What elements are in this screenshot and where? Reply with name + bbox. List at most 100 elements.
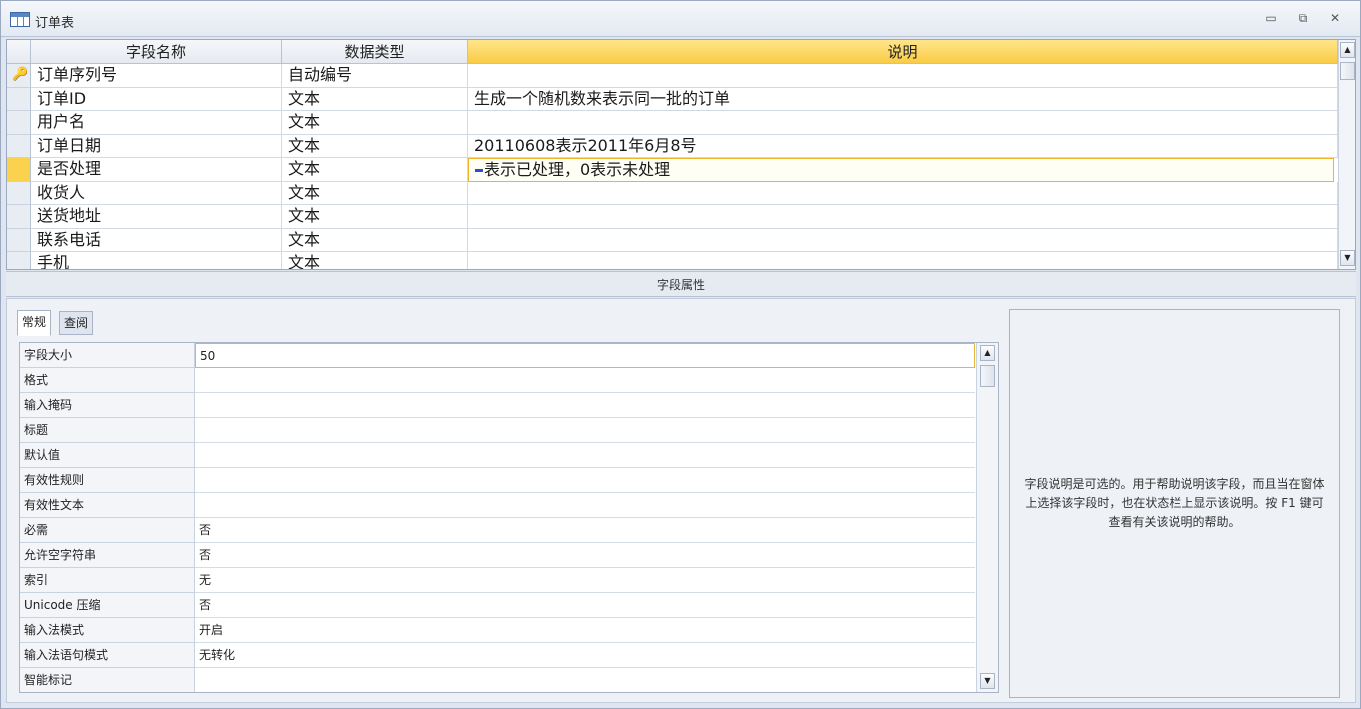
field-name-cell[interactable]: 联系电话 xyxy=(31,228,282,252)
description-cell[interactable] xyxy=(468,205,1338,229)
field-name-cell[interactable]: 手机 xyxy=(31,252,282,269)
row-selector[interactable] xyxy=(7,205,31,229)
property-row[interactable]: 允许空字符串 否 xyxy=(20,543,975,568)
row-selector[interactable] xyxy=(7,134,31,158)
property-value[interactable] xyxy=(195,668,975,692)
row-selector[interactable] xyxy=(7,252,31,269)
description-cell[interactable] xyxy=(468,111,1338,135)
property-row[interactable]: 输入法模式 开启 xyxy=(20,618,975,643)
property-row[interactable]: 有效性规则 xyxy=(20,468,975,493)
property-row[interactable]: 标题 xyxy=(20,418,975,443)
property-value[interactable] xyxy=(195,418,975,443)
scroll-up-icon[interactable]: ▲ xyxy=(1340,42,1355,58)
restore-icon[interactable]: ⧉ xyxy=(1295,11,1311,25)
grid-header: 字段名称 数据类型 说明 xyxy=(7,40,1338,64)
header-field-name[interactable]: 字段名称 xyxy=(31,40,282,64)
table-row[interactable]: 订单ID 文本 生成一个随机数来表示同一批的订单 xyxy=(7,87,1338,111)
table-row[interactable]: 订单日期 文本 20110608表示2011年6月8号 xyxy=(7,134,1338,158)
data-type-cell[interactable]: 文本 xyxy=(282,181,468,205)
row-selector[interactable] xyxy=(7,111,31,135)
table-row[interactable]: 送货地址 文本 xyxy=(7,205,1338,229)
scroll-thumb[interactable] xyxy=(980,365,995,387)
property-value[interactable]: 无 xyxy=(195,568,975,593)
description-cell[interactable]: 20110608表示2011年6月8号 xyxy=(468,134,1338,158)
table-row[interactable]: 手机 文本 xyxy=(7,252,1338,269)
property-row[interactable]: 输入法语句模式 无转化 xyxy=(20,643,975,668)
data-type-cell[interactable]: 文本 xyxy=(282,252,468,269)
scroll-down-icon[interactable]: ▼ xyxy=(980,673,995,689)
field-name-cell[interactable]: 送货地址 xyxy=(31,205,282,229)
property-label: 输入法模式 xyxy=(20,618,195,643)
tab-lookup[interactable]: 查阅 xyxy=(59,311,94,335)
property-value[interactable] xyxy=(195,468,975,493)
row-selector[interactable] xyxy=(7,228,31,252)
data-type-cell[interactable]: 文本 xyxy=(282,228,468,252)
field-grid: 字段名称 数据类型 说明 🔑 订单序列号 自动编号 订单ID 文本 生成一个随机… xyxy=(6,39,1356,270)
property-value[interactable]: 否 xyxy=(195,543,975,568)
property-value[interactable]: 否 xyxy=(195,593,975,618)
field-name-cell[interactable]: 收货人 xyxy=(31,181,282,205)
description-cell[interactable] xyxy=(468,64,1338,88)
table-row-current[interactable]: 是否处理 文本 表示已处理，0表示未处理 xyxy=(7,158,1338,182)
property-value[interactable]: 开启 xyxy=(195,618,975,643)
property-row[interactable]: Unicode 压缩 否 xyxy=(20,593,975,618)
row-selector[interactable] xyxy=(7,158,31,182)
grid-corner[interactable] xyxy=(7,40,31,64)
property-value[interactable]: 50 xyxy=(195,343,975,368)
property-label: 默认值 xyxy=(20,443,195,468)
close-icon[interactable]: ✕ xyxy=(1327,11,1343,25)
description-cell[interactable] xyxy=(468,181,1338,205)
data-type-cell[interactable]: 文本 xyxy=(282,134,468,158)
table-row[interactable]: 用户名 文本 xyxy=(7,111,1338,135)
grid-scrollbar[interactable]: ▲ ▼ xyxy=(1338,40,1355,269)
field-name-cell[interactable]: 订单ID xyxy=(31,87,282,111)
row-selector[interactable] xyxy=(7,181,31,205)
field-name-cell[interactable]: 订单日期 xyxy=(31,134,282,158)
property-value[interactable]: 无转化 xyxy=(195,643,975,668)
row-selector[interactable] xyxy=(7,87,31,111)
tab-general[interactable]: 常规 xyxy=(17,310,52,336)
field-name-cell[interactable]: 是否处理 xyxy=(31,158,282,182)
header-description[interactable]: 说明 xyxy=(468,40,1338,64)
property-value[interactable] xyxy=(195,493,975,518)
data-type-cell[interactable]: 文本 xyxy=(282,205,468,229)
row-selector[interactable]: 🔑 xyxy=(7,64,31,88)
scroll-down-icon[interactable]: ▼ xyxy=(1340,250,1355,266)
property-row[interactable]: 有效性文本 xyxy=(20,493,975,518)
property-row[interactable]: 必需 否 xyxy=(20,518,975,543)
property-row[interactable]: 输入掩码 xyxy=(20,393,975,418)
data-type-cell[interactable]: 文本 xyxy=(282,111,468,135)
data-type-cell[interactable]: 文本 xyxy=(282,158,468,182)
table-row[interactable]: 🔑 订单序列号 自动编号 xyxy=(7,64,1338,88)
field-name-cell[interactable]: 订单序列号 xyxy=(31,64,282,88)
description-cell[interactable] xyxy=(468,252,1338,269)
property-row[interactable]: 索引 无 xyxy=(20,568,975,593)
property-row[interactable]: 格式 xyxy=(20,368,975,393)
table-row[interactable]: 收货人 文本 xyxy=(7,181,1338,205)
property-row[interactable]: 字段大小 50 xyxy=(20,343,975,368)
property-scrollbar[interactable]: ▲ ▼ xyxy=(976,343,998,692)
data-type-cell[interactable]: 文本 xyxy=(282,87,468,111)
property-label: 标题 xyxy=(20,418,195,443)
description-cell-editing[interactable]: 表示已处理，0表示未处理 xyxy=(468,158,1334,182)
property-label: 智能标记 xyxy=(20,668,195,692)
property-label: 字段大小 xyxy=(20,343,195,368)
property-value[interactable] xyxy=(195,393,975,418)
property-value[interactable]: 否 xyxy=(195,518,975,543)
property-value[interactable] xyxy=(195,443,975,468)
scroll-thumb[interactable] xyxy=(1340,62,1355,80)
description-cell[interactable]: 生成一个随机数来表示同一批的订单 xyxy=(468,87,1338,111)
field-properties-label: 字段属性 xyxy=(6,271,1356,297)
scroll-up-icon[interactable]: ▲ xyxy=(980,345,995,361)
property-row[interactable]: 智能标记 xyxy=(20,668,975,692)
data-type-cell[interactable]: 自动编号 xyxy=(282,64,468,88)
header-data-type[interactable]: 数据类型 xyxy=(282,40,468,64)
minimize-icon[interactable]: ▭ xyxy=(1263,11,1279,25)
property-value[interactable] xyxy=(195,368,975,393)
property-label: 有效性规则 xyxy=(20,468,195,493)
field-name-cell[interactable]: 用户名 xyxy=(31,111,282,135)
primary-key-icon: 🔑 xyxy=(12,67,29,82)
property-row[interactable]: 默认值 xyxy=(20,443,975,468)
description-cell[interactable] xyxy=(468,228,1338,252)
table-row[interactable]: 联系电话 文本 xyxy=(7,228,1338,252)
